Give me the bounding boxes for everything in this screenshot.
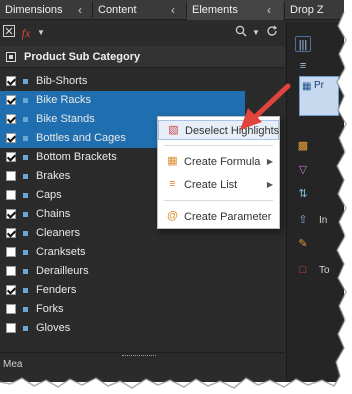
torn-edge-decoration [0, 0, 352, 394]
